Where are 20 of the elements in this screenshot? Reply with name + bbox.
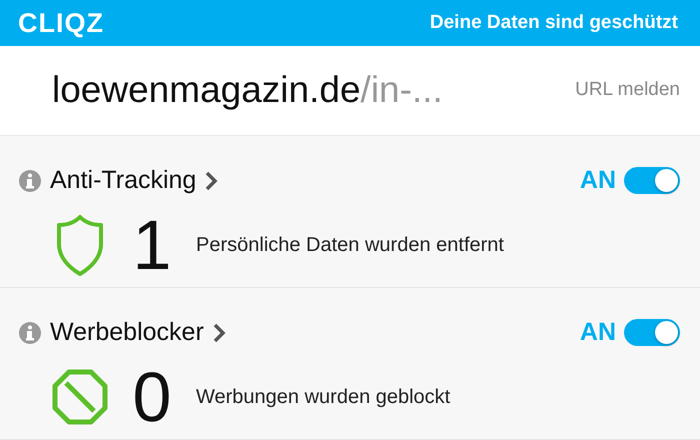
- section-title[interactable]: Anti-Tracking: [50, 167, 196, 194]
- section-title[interactable]: Werbeblocker: [50, 319, 204, 346]
- path-text: /in-...: [360, 68, 443, 112]
- status-text: Deine Daten sind geschützt: [430, 10, 678, 35]
- toggle-switch[interactable]: [624, 319, 680, 346]
- count-number: 0: [132, 362, 172, 432]
- report-link[interactable]: URL melden: [575, 76, 680, 105]
- description-text: Persönliche Daten wurden entfernt: [196, 232, 505, 258]
- chevron-icon[interactable]: [204, 170, 218, 192]
- logo: CLIQZ: [18, 10, 104, 36]
- info-icon[interactable]: [18, 320, 42, 345]
- description-text: Werbungen wurden geblockt: [196, 384, 452, 410]
- toggle-label: AN: [580, 317, 616, 348]
- toggle-label: AN: [580, 165, 616, 196]
- toggle-switch[interactable]: [624, 167, 680, 194]
- chevron-icon[interactable]: [212, 322, 226, 344]
- prohibited-icon: [52, 368, 108, 424]
- domain-text: loewenmagazin.de: [52, 68, 361, 112]
- count-number: 1: [132, 210, 172, 280]
- info-icon[interactable]: [18, 168, 42, 193]
